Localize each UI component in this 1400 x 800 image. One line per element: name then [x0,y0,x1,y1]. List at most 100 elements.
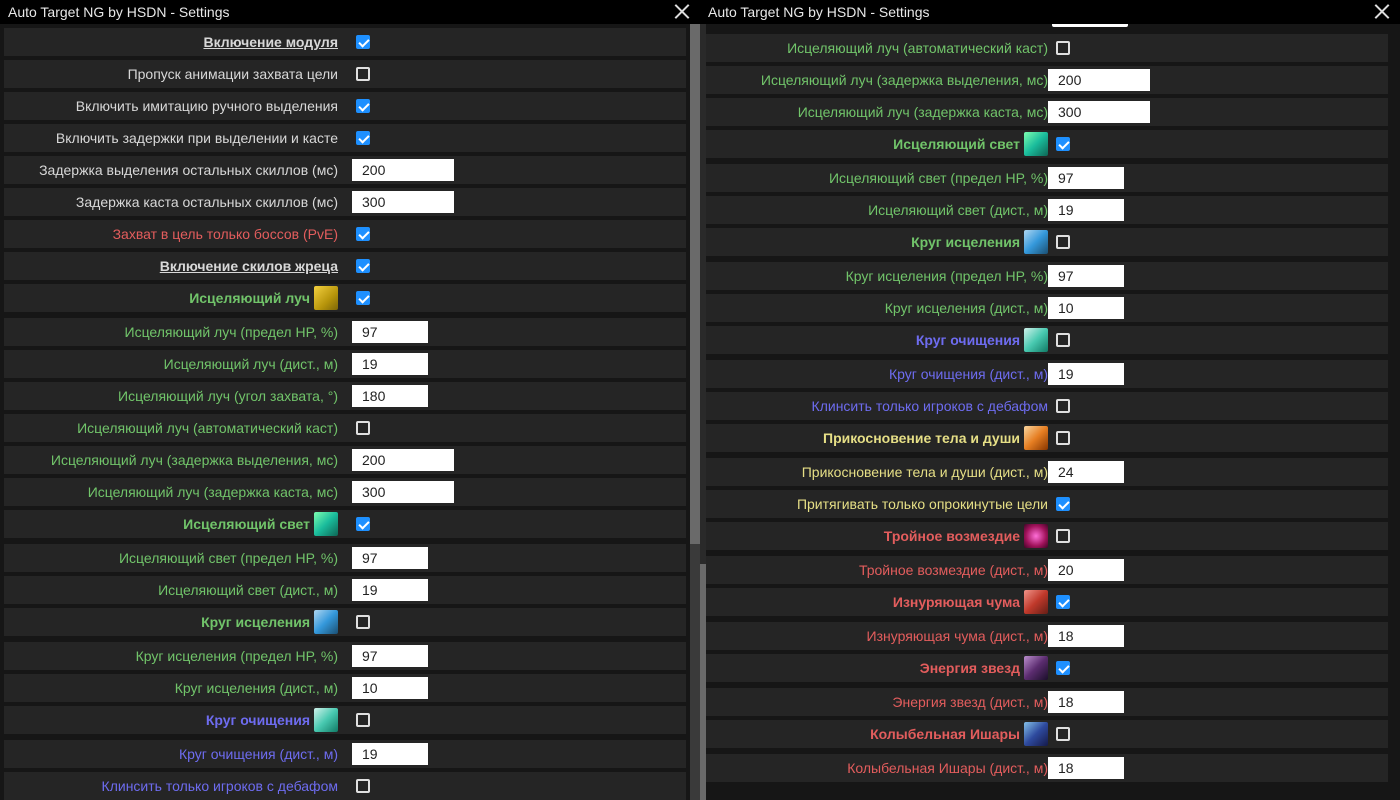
setting-label: Энергия звезд (дист., м) [892,688,1048,716]
setting-checkbox[interactable] [1056,399,1070,413]
setting-checkbox[interactable] [356,517,370,531]
setting-input[interactable] [1048,757,1124,779]
setting-checkbox[interactable] [1056,137,1070,151]
triple-retribution-icon [1024,524,1048,548]
close-icon[interactable] [674,3,690,19]
setting-label-text: Включить имитацию ручного выделения [75,98,338,114]
setting-checkbox[interactable] [356,291,370,305]
setting-input[interactable] [1048,69,1150,91]
setting-checkbox[interactable] [356,35,370,49]
setting-label-text: Включение скилов жреца [159,258,338,274]
setting-label-text: Притягивать только опрокинутые цели [796,496,1048,512]
settings-row: Пропуск анимации захвата цели [4,60,686,88]
settings-row: Круг очищения (дист., м) [704,360,1388,388]
scrollbar-thumb-left[interactable] [690,24,700,544]
settings-row: Колыбельная Ишары (дист., м) [704,754,1388,782]
setting-checkbox[interactable] [1056,333,1070,347]
setting-checkbox[interactable] [356,67,370,81]
setting-label: Включить имитацию ручного выделения [76,92,338,120]
setting-input[interactable] [352,385,428,407]
close-icon[interactable] [1374,3,1390,19]
setting-label: Круг очищения (дист., м) [889,360,1048,388]
scrollbar-thumb-right[interactable] [700,564,706,800]
setting-label-text: Захват в цель только боссов (PvE) [112,226,338,242]
setting-label: Круг очищения (дист., м) [179,740,338,768]
setting-checkbox[interactable] [1056,595,1070,609]
setting-input[interactable] [352,191,454,213]
body-soul-touch-icon [1024,426,1048,450]
setting-checkbox[interactable] [356,227,370,241]
setting-checkbox[interactable] [356,713,370,727]
setting-checkbox[interactable] [1056,727,1070,741]
setting-label: Исцеляющий луч (задержка каста, мс) [88,478,338,506]
setting-input[interactable] [1048,363,1124,385]
setting-checkbox[interactable] [1056,41,1070,55]
exhausting-plague-icon [1024,590,1048,614]
setting-label: Исцеляющий луч (задержка выделения, мс) [51,446,338,474]
setting-label-text: Исцеляющий луч (задержка каста, мс) [797,104,1048,120]
setting-input[interactable] [352,677,428,699]
setting-input[interactable] [352,353,428,375]
setting-input[interactable] [1048,461,1124,483]
setting-checkbox[interactable] [1056,661,1070,675]
scrollbar-left[interactable] [690,24,700,800]
setting-label: Задержка каста остальных скиллов (мс) [76,188,338,216]
setting-input[interactable] [352,743,428,765]
setting-input[interactable] [352,481,454,503]
setting-input[interactable] [1048,199,1124,221]
setting-checkbox[interactable] [356,131,370,145]
setting-label-text: Клинсить только игроков с дебафом [101,778,338,794]
setting-label: Круг очищения [916,326,1048,354]
setting-input[interactable] [1048,691,1124,713]
setting-label: Колыбельная Ишары (дист., м) [847,754,1048,782]
setting-label: Исцеляющий луч (предел HP, %) [125,318,339,346]
settings-row: Круг исцеления (дист., м) [4,674,686,702]
setting-input[interactable] [1048,265,1124,287]
settings-row: Исцеляющий свет (дист., м) [4,576,686,604]
settings-row: Энергия звезд [704,654,1388,682]
setting-label-text: Включение модуля [203,34,338,50]
setting-input[interactable] [1048,559,1124,581]
scrollbar-right[interactable] [700,24,706,800]
settings-row: Исцеляющий свет [704,130,1388,158]
setting-checkbox[interactable] [356,259,370,273]
setting-checkbox[interactable] [1056,235,1070,249]
settings-row: Включение модуля [4,28,686,56]
setting-label-text: Круг исцеления (предел HP, %) [845,268,1048,284]
cleansing-circle-icon [314,708,338,732]
setting-input[interactable] [1048,101,1150,123]
settings-row: Исцеляющий луч (автоматический каст) [704,34,1388,62]
setting-checkbox[interactable] [356,99,370,113]
setting-input[interactable] [1048,625,1124,647]
setting-label-text: Включить задержки при выделении и касте [55,130,338,146]
settings-row: Исцеляющий луч (задержка выделения, мс) [704,66,1388,94]
setting-input[interactable] [1048,167,1124,189]
setting-checkbox[interactable] [356,421,370,435]
setting-input[interactable] [352,449,454,471]
setting-checkbox[interactable] [1056,431,1070,445]
setting-input[interactable] [352,159,454,181]
setting-input[interactable] [1048,297,1124,319]
setting-checkbox[interactable] [356,615,370,629]
setting-input[interactable] [352,645,428,667]
setting-label-text: Круг очищения [915,332,1020,348]
settings-row: Исцеляющий свет [4,510,686,538]
settings-row: Круг исцеления [4,608,686,636]
setting-input[interactable] [352,321,428,343]
setting-checkbox[interactable] [1056,497,1070,511]
setting-checkbox[interactable] [1056,529,1070,543]
setting-input[interactable] [352,547,428,569]
settings-row: Задержка каста остальных скиллов (мс) [4,188,686,216]
setting-label: Исцеляющий луч (автоматический каст) [77,414,338,442]
setting-checkbox[interactable] [356,779,370,793]
healing-ray-icon [314,286,338,310]
setting-label-text: Колыбельная Ишары [870,726,1020,742]
healing-circle-icon [1024,230,1048,254]
settings-row: Исцеляющий луч (автоматический каст) [4,414,686,442]
settings-row: Колыбельная Ишары [704,720,1388,748]
setting-label: Прикосновение тела и души (дист., м) [802,458,1048,486]
setting-input[interactable] [352,579,428,601]
setting-label-text: Изнуряющая чума (дист., м) [866,628,1048,644]
settings-window-left: Включение модуля Пропуск анимации захвата… [0,0,700,800]
setting-label: Клинсить только игроков с дебафом [102,772,338,800]
